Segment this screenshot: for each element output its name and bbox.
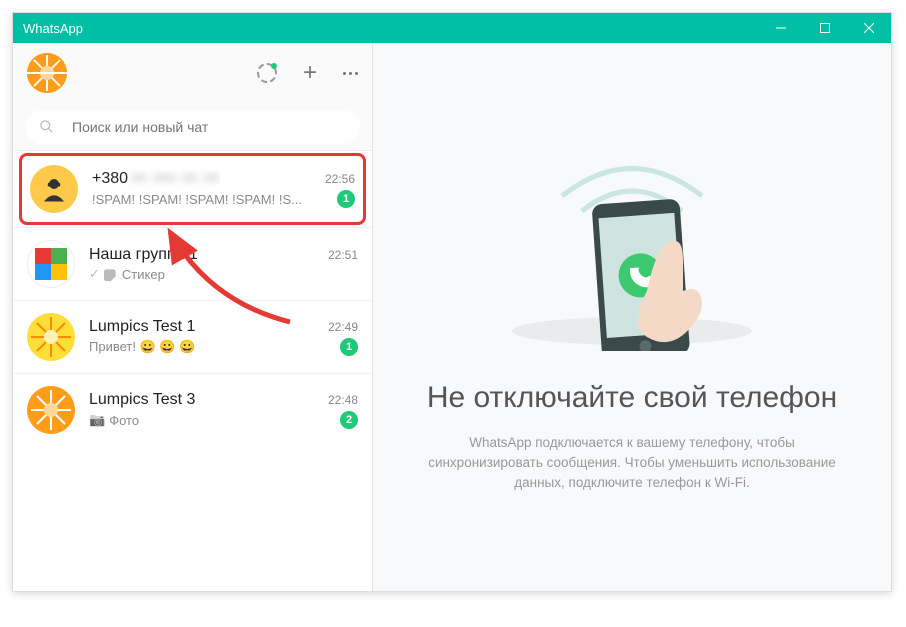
self-avatar[interactable]	[27, 53, 67, 93]
searchbar	[13, 103, 372, 151]
chat-list: +380 •• ••• •• •• 22:56 !SPAM! !SPAM! !S…	[13, 151, 372, 591]
chat-info: Lumpics Test 3 22:48 📷 Фото 2	[89, 391, 358, 429]
chat-preview: Привет! 😀 😀 😀	[89, 339, 195, 355]
chat-time: 22:49	[328, 320, 358, 334]
chat-info: Lumpics Test 1 22:49 Привет! 😀 😀 😀 1	[89, 318, 358, 356]
sidebar-actions: +	[257, 61, 358, 85]
intro-heading: Не отключайте свой телефон	[427, 381, 837, 415]
minimize-button[interactable]	[759, 13, 803, 43]
chat-item[interactable]: Lumpics Test 1 22:49 Привет! 😀 😀 😀 1	[13, 300, 372, 373]
searchbox[interactable]	[25, 110, 360, 144]
chat-time: 22:48	[328, 393, 358, 407]
intro-illustration	[497, 141, 767, 351]
menu-button[interactable]	[343, 72, 358, 75]
main-panel: Не отключайте свой телефон WhatsApp подк…	[373, 43, 891, 591]
chat-avatar	[30, 165, 78, 213]
app-window: WhatsApp	[12, 12, 892, 592]
intro-body: WhatsApp подключается к вашему телефону,…	[413, 433, 851, 494]
window-controls	[759, 13, 891, 43]
chat-avatar	[27, 240, 75, 288]
app-body: + +380	[13, 43, 891, 591]
camera-icon: 📷	[89, 412, 105, 428]
chat-time: 22:56	[325, 172, 355, 186]
chat-name: Lumpics Test 1	[89, 318, 195, 336]
chat-avatar	[27, 313, 75, 361]
unread-badge: 1	[337, 190, 355, 208]
chat-info: Наша группа 1 22:51 ✓ Стикер	[89, 246, 358, 282]
chat-name: Lumpics Test 3	[89, 391, 195, 409]
chat-name: Наша группа 1	[89, 246, 198, 264]
chat-preview: ✓ Стикер	[89, 266, 165, 282]
chat-avatar	[27, 386, 75, 434]
sidebar-header: +	[13, 43, 372, 103]
status-icon[interactable]	[257, 63, 277, 83]
chat-name: +380 •• ••• •• ••	[92, 170, 220, 188]
close-button[interactable]	[847, 13, 891, 43]
check-icon: ✓	[89, 266, 100, 282]
sticker-icon	[104, 267, 118, 281]
unread-badge: 2	[340, 411, 358, 429]
chat-info: +380 •• ••• •• •• 22:56 !SPAM! !SPAM! !S…	[92, 170, 355, 208]
chat-item[interactable]: Lumpics Test 3 22:48 📷 Фото 2	[13, 373, 372, 446]
maximize-button[interactable]	[803, 13, 847, 43]
new-chat-button[interactable]: +	[303, 61, 317, 85]
unread-badge: 1	[340, 338, 358, 356]
sidebar: + +380	[13, 43, 373, 591]
search-input[interactable]	[72, 119, 346, 135]
chat-preview: !SPAM! !SPAM! !SPAM! !SPAM! !S...	[92, 192, 302, 207]
chat-time: 22:51	[328, 248, 358, 262]
titlebar: WhatsApp	[13, 13, 891, 43]
chat-preview: 📷 Фото	[89, 412, 139, 428]
chat-item[interactable]: +380 •• ••• •• •• 22:56 !SPAM! !SPAM! !S…	[19, 153, 366, 225]
search-icon	[39, 119, 54, 134]
chat-item[interactable]: Наша группа 1 22:51 ✓ Стикер	[13, 227, 372, 300]
window-title: WhatsApp	[23, 21, 83, 36]
